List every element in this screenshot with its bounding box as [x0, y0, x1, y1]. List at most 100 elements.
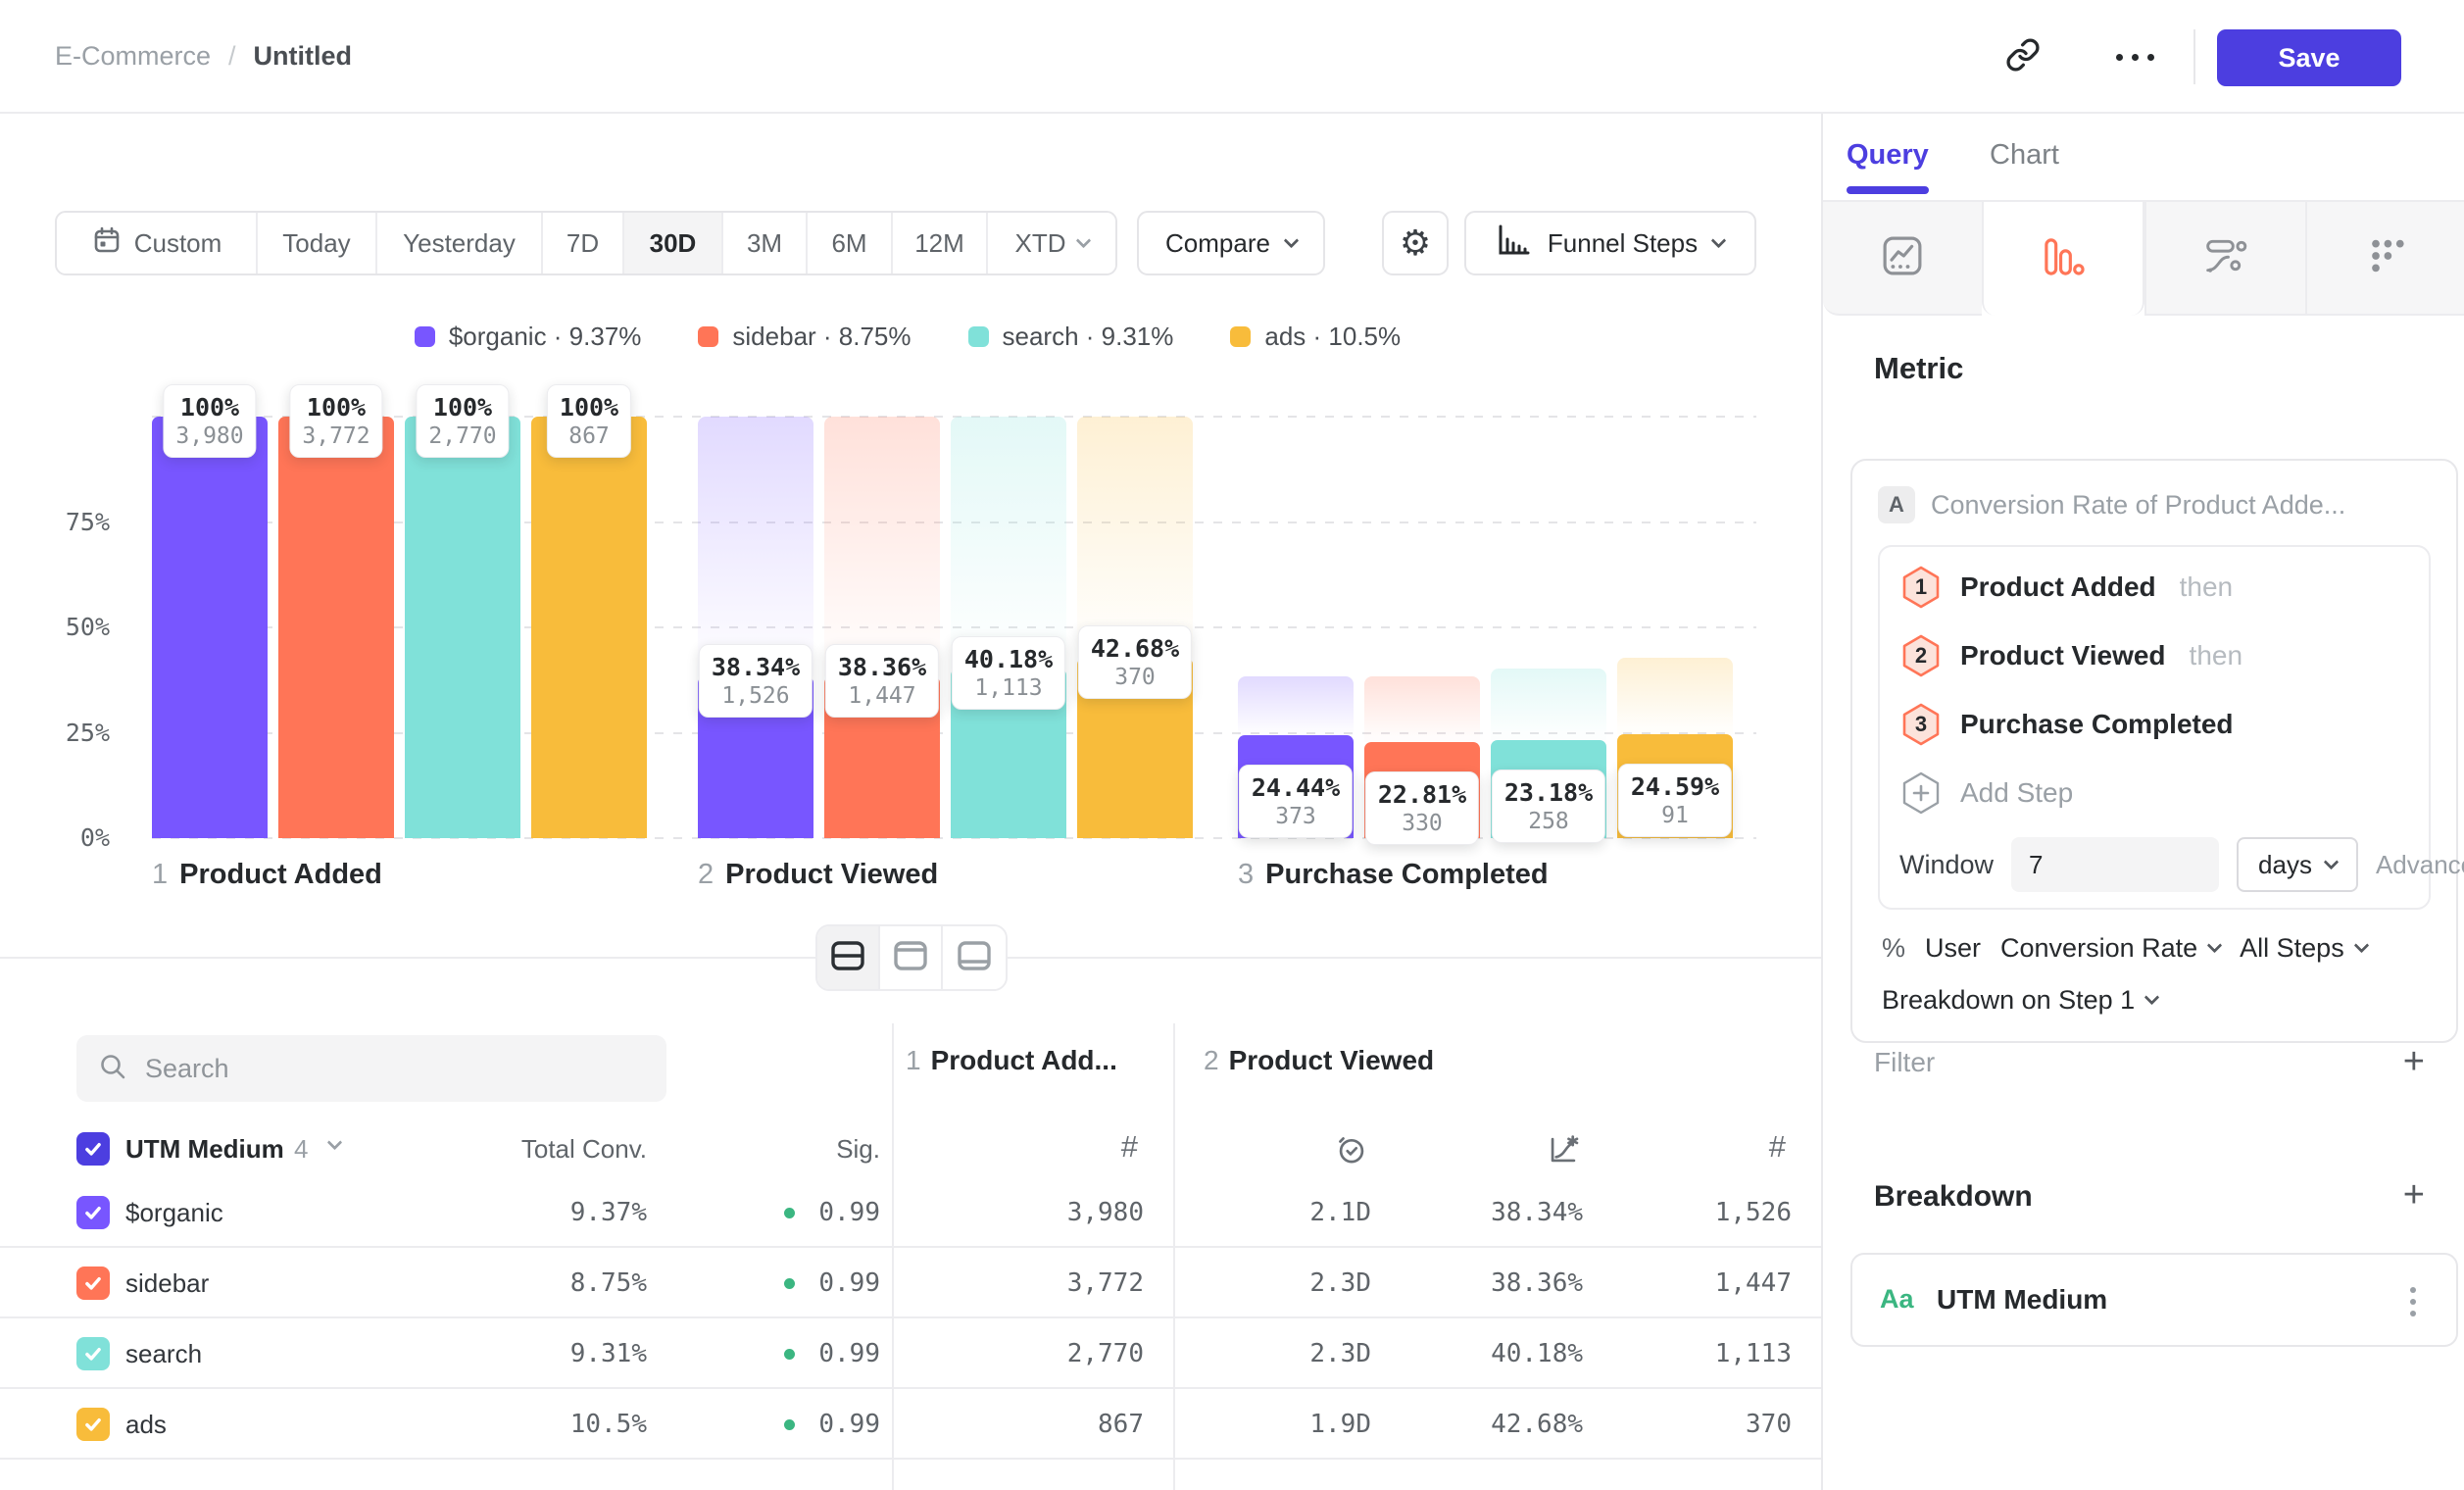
add-step-button[interactable]: Add Step [1899, 759, 2409, 827]
metric-title-row[interactable]: A Conversion Rate of Product Adde... [1878, 482, 2431, 527]
funnel-dropoff-area [1238, 676, 1354, 735]
select-all-checkbox[interactable] [76, 1132, 110, 1166]
flows-icon [2204, 234, 2247, 282]
more-menu-button[interactable] [2103, 25, 2166, 88]
col-total-conv[interactable]: Total Conv. [521, 1121, 647, 1176]
col-sig[interactable]: Sig. [836, 1121, 880, 1176]
y-axis-tick: 25% [33, 719, 110, 747]
query-panel: Query Chart [1821, 114, 2464, 1490]
steps-scope-select[interactable]: All Steps [2240, 933, 2367, 964]
breakdown-property-card[interactable]: Aa UTM Medium [1850, 1253, 2458, 1347]
table-step2-header: 2Product Viewed [1204, 1045, 1434, 1076]
chevron-down-icon [2324, 854, 2340, 869]
save-button[interactable]: Save [2217, 29, 2401, 86]
bar-value-label: 22.81%330 [1365, 771, 1479, 845]
funnel-step-1[interactable]: 1 Product Added then [1899, 553, 2409, 621]
y-axis-tick: 75% [33, 508, 110, 536]
chevron-down-icon [2353, 938, 2369, 954]
funnel-bar-search-step1[interactable] [405, 417, 520, 838]
breakdown-on-step-select[interactable]: Breakdown on Step 1 [1878, 985, 2431, 1016]
y-axis-tick: 0% [33, 823, 110, 852]
layout-table-only-button[interactable] [943, 926, 1006, 989]
step2-count: 1,447 [1715, 1248, 1792, 1318]
active-tab-indicator [1847, 186, 1929, 194]
step1-count: 867 [1098, 1389, 1144, 1460]
metric-title: Conversion Rate of Product Adde... [1931, 490, 2345, 521]
add-filter-button[interactable]: + [2403, 1043, 2425, 1080]
row-name: search [125, 1318, 202, 1389]
percent-prefix: % [1882, 933, 1905, 964]
row-checkbox[interactable] [76, 1337, 110, 1370]
measurement-select[interactable]: Conversion Rate [2000, 933, 2220, 964]
add-breakdown-button[interactable]: + [2403, 1176, 2425, 1214]
funnel-dropoff-area [1491, 669, 1606, 740]
avg-time-column-icon[interactable] [1335, 1133, 1368, 1171]
kebab-menu-icon[interactable] [2393, 1278, 2433, 1325]
tab-insights[interactable] [1823, 202, 1982, 316]
funnel-step-3[interactable]: 3 Purchase Completed [1899, 690, 2409, 759]
insights-icon [1881, 234, 1924, 282]
report-type-tabs [1823, 200, 2464, 316]
row-name: sidebar [125, 1248, 209, 1318]
window-unit-select[interactable]: days [2237, 837, 2358, 892]
table-row[interactable]: search 9.31% 0.99 2,770 2.3D 40.18% 1,11… [0, 1318, 1821, 1389]
avg-time-value: 2.3D [1309, 1318, 1371, 1389]
row-checkbox[interactable] [76, 1266, 110, 1300]
entity-label[interactable]: User [1925, 933, 1981, 964]
tab-chart[interactable]: Chart [1990, 139, 2059, 172]
conversion-column-icon[interactable] [1547, 1133, 1580, 1171]
count-column-icon[interactable]: # [1769, 1129, 1786, 1165]
table-header-row: UTM Medium 4 Total Conv. Sig. # # [0, 1121, 1821, 1176]
bar-value-label: 100%2,770 [416, 384, 509, 458]
total-conv-value: 9.31% [570, 1318, 647, 1389]
metric-card: A Conversion Rate of Product Adde... 1 P… [1850, 459, 2458, 1043]
tab-retention[interactable] [2305, 202, 2464, 316]
chevron-down-icon [2207, 938, 2223, 954]
y-axis-tick: 50% [33, 613, 110, 641]
funnel-dropoff-area [1364, 676, 1480, 742]
bar-value-label: 24.44%373 [1239, 765, 1353, 838]
funnel-step-2[interactable]: 2 Product Viewed then [1899, 621, 2409, 690]
table-row[interactable]: sidebar 8.75% 0.99 3,772 2.3D 38.36% 1,4… [0, 1248, 1821, 1318]
funnel-bar-organic-step1[interactable] [152, 417, 268, 838]
tab-funnels-selected[interactable] [1982, 202, 2144, 316]
layout-chart-only-button[interactable] [880, 926, 943, 989]
significance-dot [784, 1419, 795, 1430]
advanced-toggle[interactable]: Advanced [2376, 850, 2464, 880]
table-row[interactable]: $organic 9.37% 0.99 3,980 2.1D 38.34% 1,… [0, 1177, 1821, 1248]
layout-split-button[interactable] [817, 926, 880, 989]
step1-count: 3,980 [1067, 1177, 1144, 1248]
row-checkbox[interactable] [76, 1408, 110, 1441]
chevron-down-icon[interactable] [327, 1135, 343, 1151]
breakdown-property-name: UTM Medium [1937, 1284, 2107, 1316]
funnel-bar-sidebar-step1[interactable] [278, 417, 394, 838]
tab-flows[interactable] [2144, 202, 2305, 316]
copy-link-button[interactable] [1992, 25, 2054, 88]
chart-step-label: 2Product Viewed [698, 859, 938, 891]
bar-value-label: 100%3,980 [163, 384, 256, 458]
row-name: $organic [125, 1177, 223, 1248]
ellipsis-icon [2116, 54, 2154, 61]
group-count: 4 [294, 1121, 308, 1176]
tab-query[interactable]: Query [1847, 139, 1929, 172]
funnel-bar-ads-step1[interactable] [531, 417, 647, 838]
significance-dot [784, 1208, 795, 1218]
count-column-icon[interactable]: # [1121, 1129, 1138, 1165]
funnel-steps-card: 1 Product Added then 2 Product Viewed th… [1878, 545, 2431, 910]
bar-value-label: 24.59%91 [1618, 764, 1732, 837]
funnel-dropoff-area [698, 417, 813, 676]
conversion-window-row: Window days Advanced [1899, 837, 2409, 892]
search-input[interactable] [145, 1054, 616, 1084]
window-value-input[interactable] [2011, 837, 2219, 892]
step-number-hexagon: 2 [1901, 634, 1941, 677]
breakdown-section-title: Breakdown [1874, 1180, 2033, 1214]
group-by-label[interactable]: UTM Medium [125, 1121, 284, 1176]
top-panel-icon [893, 940, 928, 976]
step2-conv: 38.36% [1491, 1248, 1583, 1318]
sig-value: 0.99 [818, 1389, 880, 1460]
funnel-dropoff-area [824, 417, 940, 676]
add-step-hexagon-icon [1901, 771, 1941, 815]
table-row[interactable]: ads 10.5% 0.99 867 1.9D 42.68% 370 [0, 1389, 1821, 1460]
search-icon [98, 1052, 127, 1086]
row-checkbox[interactable] [76, 1196, 110, 1229]
